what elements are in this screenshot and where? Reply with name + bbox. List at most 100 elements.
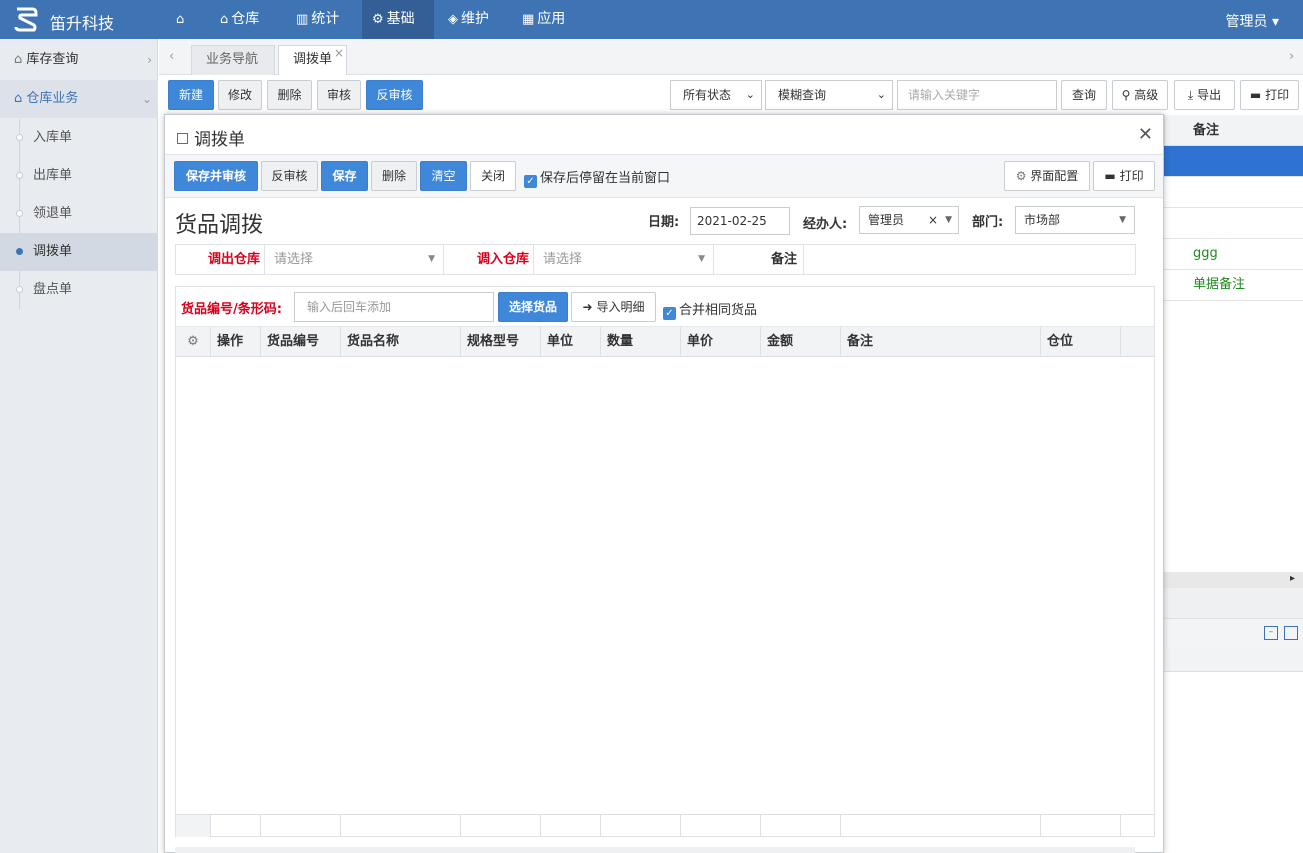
scan-label: 货品编号/条形码: xyxy=(181,302,282,317)
out-warehouse-placeholder: 请选择 xyxy=(274,252,314,267)
sidebar-item-stocktake[interactable]: 盘点单 xyxy=(0,271,158,309)
handler-select[interactable]: 管理员 × ▼ xyxy=(859,206,959,234)
dropdown-arrow-icon: ▼ xyxy=(1119,215,1126,225)
sidebar: ⌂ 库存查询 › ⌂ 仓库业务 ⌄ 入库单 出库单 领退单 调拨单 盘点单 xyxy=(0,39,158,853)
audit-button[interactable]: 审核 xyxy=(317,80,361,110)
out-warehouse-label: 调出仓库 xyxy=(176,245,265,274)
printer-icon: ▬ xyxy=(1249,88,1262,102)
department-label: 部门: xyxy=(972,215,1004,230)
table-row[interactable]: ggg xyxy=(1164,239,1303,270)
import-icon: ➜ xyxy=(582,300,593,314)
nav-home[interactable]: ⌂ xyxy=(172,0,198,39)
gear-icon: ⚙ xyxy=(1015,169,1027,183)
sidebar-group-label: 库存查询 xyxy=(26,52,79,67)
sidebar-group-warehouse-business[interactable]: ⌂ 仓库业务 ⌄ xyxy=(0,80,158,118)
scroll-right-icon[interactable]: ▸ xyxy=(1290,573,1295,584)
user-menu[interactable]: 管理员 ▾ xyxy=(1226,11,1279,31)
minimize-icon[interactable]: – xyxy=(1264,626,1278,640)
nav-statistics[interactable]: ▥ 统计 xyxy=(292,0,348,39)
ui-config-button[interactable]: ⚙ 界面配置 xyxy=(1004,161,1090,191)
save-and-audit-button[interactable]: 保存并审核 xyxy=(174,161,258,191)
merge-goods-checkbox[interactable]: ✓ 合并相同货品 xyxy=(663,299,757,320)
scan-input[interactable]: 输入后回车添加 xyxy=(294,292,494,322)
warehouse-icon: ⌂ xyxy=(14,91,27,106)
detail-panel-header: – xyxy=(1164,618,1303,648)
remark-label: 备注 xyxy=(715,245,804,274)
chevron-down-icon: ⌄ xyxy=(141,92,152,106)
sidebar-group-inventory-query[interactable]: ⌂ 库存查询 › xyxy=(0,41,158,79)
close-icon[interactable]: × xyxy=(334,39,344,67)
date-field[interactable]: 2021-02-25 xyxy=(690,207,790,235)
in-warehouse-select[interactable]: 请选择 ▼ xyxy=(535,245,714,274)
column-settings-gear-icon[interactable]: ⚙ xyxy=(176,327,211,357)
nav-apps[interactable]: ▦ 应用 xyxy=(518,0,574,39)
footer-cell xyxy=(261,815,341,837)
footer-cell xyxy=(211,815,261,837)
keyword-search-input[interactable]: 请输入关键字 xyxy=(897,80,1057,110)
table-row[interactable]: 单据备注 xyxy=(1164,270,1303,301)
tab-transfer[interactable]: 调拨单 × xyxy=(278,45,347,75)
print-button[interactable]: ▬ 打印 xyxy=(1240,80,1299,110)
tab-scroll-left-icon[interactable]: ‹ xyxy=(169,49,174,64)
sidebar-item-outbound[interactable]: 出库单 xyxy=(0,157,158,195)
clear-button[interactable]: 清空 xyxy=(420,161,467,191)
tab-business-nav[interactable]: 业务导航 xyxy=(191,45,275,75)
department-select[interactable]: 市场部 ▼ xyxy=(1015,206,1135,234)
column-header-spec: 规格型号 xyxy=(461,327,541,357)
handler-label: 经办人: xyxy=(803,217,848,232)
query-button[interactable]: 查询 xyxy=(1061,80,1107,110)
nav-warehouse-label: 仓库 xyxy=(231,11,260,27)
sidebar-item-requisition[interactable]: 领退单 xyxy=(0,195,158,233)
new-button[interactable]: 新建 xyxy=(168,80,214,110)
status-filter-select[interactable]: 所有状态 ⌄ xyxy=(670,80,762,110)
unaudit-button[interactable]: 反审核 xyxy=(366,80,423,110)
checkbox-checked-icon: ✓ xyxy=(663,307,676,320)
sidebar-item-transfer[interactable]: 调拨单 xyxy=(0,233,158,271)
table-row[interactable] xyxy=(1164,208,1303,239)
print-button[interactable]: ▬ 打印 xyxy=(1093,161,1155,191)
delete-button[interactable]: 删除 xyxy=(371,161,417,191)
column-header-goods-name: 货品名称 xyxy=(341,327,461,357)
query-mode-select[interactable]: 模糊查询 ⌄ xyxy=(765,80,893,110)
advanced-search-button[interactable]: ⚲ 高级 xyxy=(1112,80,1168,110)
download-icon: ⤓ xyxy=(1187,88,1194,102)
dropdown-arrow-icon: ▼ xyxy=(945,215,952,225)
logo-icon xyxy=(14,7,38,32)
out-warehouse-select[interactable]: 请选择 ▼ xyxy=(266,245,444,274)
table-row[interactable] xyxy=(1164,146,1303,177)
nav-warehouse[interactable]: ⌂ 仓库 xyxy=(216,0,272,39)
close-button[interactable]: 关闭 xyxy=(470,161,516,191)
select-goods-button[interactable]: 选择货品 xyxy=(498,292,568,322)
stay-in-window-checkbox[interactable]: ✓ 保存后停留在当前窗口 xyxy=(524,167,670,188)
maximize-icon[interactable] xyxy=(1284,626,1298,640)
clear-icon[interactable]: × xyxy=(928,207,938,233)
handler-value: 管理员 xyxy=(868,213,905,227)
brand-name: 笛升科技 xyxy=(50,14,115,33)
column-header-remark: 备注 xyxy=(1164,115,1303,146)
footer-cell xyxy=(541,815,601,837)
export-label: 导出 xyxy=(1197,88,1222,102)
tab-scroll-right-icon[interactable]: › xyxy=(1289,49,1294,64)
delete-button[interactable]: 删除 xyxy=(267,80,312,110)
search-icon: ⚲ xyxy=(1121,88,1131,102)
table-row[interactable] xyxy=(1164,177,1303,208)
footer-cell xyxy=(601,815,681,837)
nav-basic[interactable]: ⚙ 基础 xyxy=(362,0,434,39)
remark-input[interactable] xyxy=(805,245,1135,274)
edit-button[interactable]: 修改 xyxy=(218,80,262,110)
close-icon[interactable]: ✕ xyxy=(1138,124,1153,145)
column-header-unit-price: 单价 xyxy=(681,327,761,357)
nav-maintenance[interactable]: ◈ 维护 xyxy=(444,0,500,39)
checkbox-checked-icon: ✓ xyxy=(524,175,537,188)
dropdown-arrow-icon: ▼ xyxy=(428,254,435,264)
gear-icon: ⚙ xyxy=(372,12,384,27)
unaudit-button[interactable]: 反审核 xyxy=(261,161,318,191)
horizontal-scrollbar[interactable]: ▸ xyxy=(1164,572,1303,588)
import-detail-button[interactable]: ➜ 导入明细 xyxy=(571,292,656,322)
column-header-location: 仓位 xyxy=(1041,327,1121,357)
sidebar-item-inbound[interactable]: 入库单 xyxy=(0,119,158,157)
save-button[interactable]: 保存 xyxy=(321,161,368,191)
export-button[interactable]: ⤓ 导出 xyxy=(1174,80,1235,110)
dialog-title: 调拨单 xyxy=(177,125,245,150)
ui-config-label: 界面配置 xyxy=(1030,169,1079,183)
